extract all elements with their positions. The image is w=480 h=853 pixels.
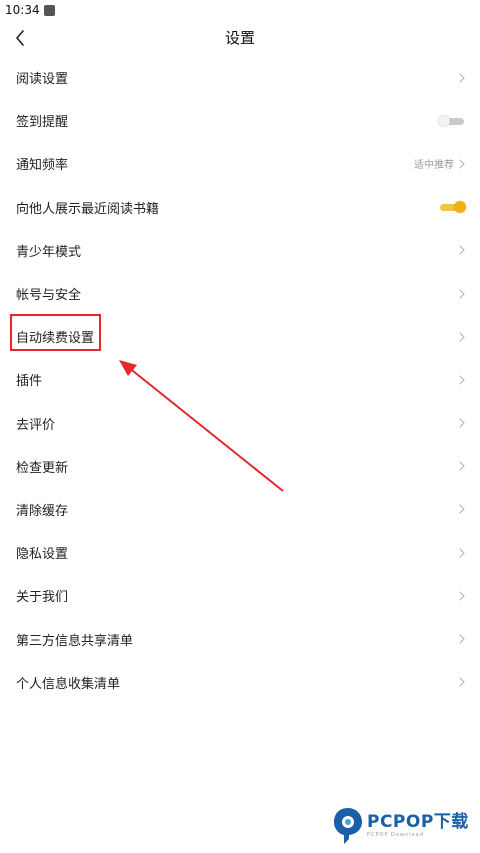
settings-row-label: 隐私设置	[16, 547, 69, 563]
settings-row-control	[458, 633, 466, 645]
settings-row-label: 自动续费设置	[16, 331, 95, 347]
settings-row-label: 帐号与安全	[16, 288, 82, 304]
settings-row-label: 清除缓存	[16, 503, 69, 519]
watermark-subtitle: PCPOP Download	[367, 832, 424, 838]
settings-row-control	[458, 374, 466, 386]
settings-row-label: 通知频率	[16, 158, 69, 174]
chevron-right-icon	[459, 159, 465, 169]
chevron-right-icon	[459, 677, 465, 687]
settings-row-control: 适中推荐	[414, 156, 466, 171]
watermark: PCPOP下载 PCPOP Download	[332, 806, 469, 846]
settings-row-label: 阅读设置	[16, 72, 69, 88]
chevron-right-icon	[459, 418, 465, 428]
settings-row-control	[458, 547, 466, 559]
settings-row-label: 插件	[16, 374, 43, 390]
settings-row[interactable]: 自动续费设置	[0, 315, 480, 358]
settings-row-label: 关于我们	[16, 590, 69, 606]
settings-row-label: 向他人展示最近阅读书籍	[16, 201, 160, 217]
settings-row-label: 检查更新	[16, 460, 69, 476]
settings-row-label: 签到提醒	[16, 115, 69, 131]
toggle-knob	[454, 201, 466, 214]
settings-row-label: 第三方信息共享清单	[16, 633, 134, 649]
chevron-right-icon	[459, 288, 465, 299]
settings-row-control	[458, 417, 466, 429]
chevron-right-icon	[459, 591, 465, 601]
chevron-right-icon	[459, 634, 465, 644]
settings-row[interactable]: 青少年模式	[0, 229, 480, 272]
settings-row-control	[458, 72, 466, 84]
toggle-switch[interactable]	[438, 199, 466, 215]
notification-icon	[43, 4, 55, 16]
watermark-brand: PCPOP下载	[367, 812, 469, 832]
settings-row-control	[458, 331, 466, 343]
settings-row-label: 个人信息收集清单	[16, 676, 121, 692]
chevron-right-icon	[459, 72, 465, 83]
settings-row[interactable]: 签到提醒	[0, 99, 480, 142]
settings-row[interactable]: 阅读设置	[0, 56, 480, 99]
settings-row[interactable]: 向他人展示最近阅读书籍	[0, 186, 480, 229]
settings-row-control	[438, 199, 466, 215]
settings-row-control	[458, 244, 466, 256]
chevron-right-icon	[459, 504, 465, 515]
chevron-right-icon	[459, 461, 465, 471]
settings-row[interactable]: 插件	[0, 358, 480, 401]
pcpop-logo-icon	[334, 808, 362, 844]
settings-row[interactable]: 清除缓存	[0, 488, 480, 531]
settings-row[interactable]: 去评价	[0, 402, 480, 445]
settings-row[interactable]: 检查更新	[0, 445, 480, 488]
settings-row-control	[458, 288, 466, 300]
chevron-right-icon	[459, 332, 465, 342]
settings-row-control	[438, 113, 466, 129]
settings-row[interactable]: 通知频率 适中推荐	[0, 142, 480, 185]
settings-list: 阅读设置签到提醒通知频率 适中推荐向他人展示最近阅读书籍 青少年模式帐号与安全自动续…	[0, 56, 480, 704]
settings-row-value: 适中推荐	[414, 160, 454, 172]
settings-row-control	[458, 460, 466, 472]
settings-row-control	[458, 503, 466, 515]
settings-row[interactable]: 帐号与安全	[0, 272, 480, 315]
status-bar: 10:34	[0, 0, 480, 20]
settings-row[interactable]: 第三方信息共享清单	[0, 617, 480, 660]
status-time: 10:34	[5, 3, 40, 17]
settings-row-label: 去评价	[16, 417, 56, 433]
top-bar: 设置	[0, 20, 480, 56]
page-title: 设置	[224, 29, 255, 47]
toggle-knob	[438, 114, 450, 127]
toggle-switch[interactable]	[438, 113, 466, 129]
settings-row-control	[458, 590, 466, 602]
settings-row[interactable]: 关于我们	[0, 574, 480, 617]
settings-row-control	[458, 676, 466, 688]
chevron-right-icon	[459, 548, 465, 558]
settings-row[interactable]: 隐私设置	[0, 531, 480, 574]
chevron-right-icon	[459, 245, 465, 255]
settings-row-label: 青少年模式	[16, 244, 82, 260]
settings-row[interactable]: 个人信息收集清单	[0, 661, 480, 704]
chevron-right-icon	[459, 375, 465, 385]
